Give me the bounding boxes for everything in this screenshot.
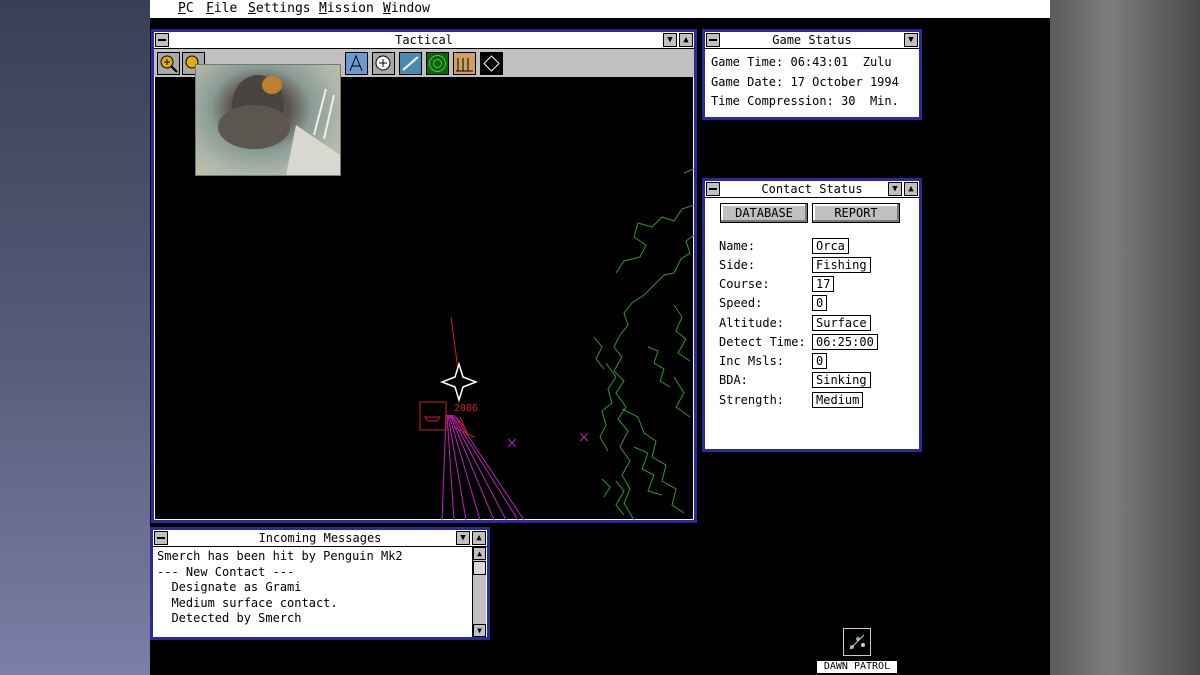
contact-marker-2[interactable]: [579, 432, 589, 442]
letterbox-left: [0, 0, 150, 675]
scroll-up-icon[interactable]: ▲: [473, 547, 486, 560]
missile-icon[interactable]: [399, 52, 422, 75]
tactical-title: Tactical: [395, 33, 453, 47]
own-ship-icon[interactable]: [439, 361, 479, 403]
message-line: --- New Contact ---: [157, 564, 295, 579]
system-menu-icon[interactable]: [154, 531, 168, 545]
minimize-icon[interactable]: ▼: [663, 33, 677, 47]
dawn-patrol-label[interactable]: DAWN PATROL: [817, 661, 897, 673]
maximize-icon[interactable]: ▲: [904, 182, 918, 196]
field-altitude-value: Surface: [812, 315, 871, 331]
minimize-icon[interactable]: ▼: [904, 33, 918, 47]
field-side-value: Fishing: [812, 257, 871, 273]
messages-title-bar[interactable]: Incoming Messages ▼ ▲: [153, 530, 487, 547]
scroll-thumb[interactable]: [473, 561, 486, 575]
radar-icon[interactable]: [426, 52, 449, 75]
menu-pc[interactable]: PC: [178, 1, 194, 16]
missile-tracks: [441, 414, 525, 521]
menu-settings[interactable]: Settings: [248, 1, 311, 16]
menu-bar: PC File Settings Mission Window: [150, 0, 1050, 18]
scroll-down-icon[interactable]: ▼: [473, 624, 486, 637]
message-line: Detected by Smerch: [157, 611, 302, 626]
messages-title: Incoming Messages: [258, 531, 382, 545]
report-button[interactable]: REPORT: [812, 203, 900, 223]
maximize-icon[interactable]: ▲: [679, 33, 693, 47]
contact-status-window: Contact Status ▼ ▲ DATABASE REPORT Name:…: [702, 178, 922, 452]
field-strength-value: Medium: [812, 392, 864, 408]
game-date-value: 17 October 1994: [790, 74, 899, 89]
messages-scrollbar[interactable]: ▲ ▼: [472, 547, 486, 637]
field-inc-msls-value: 0: [812, 353, 828, 369]
message-line: Designate as Grami: [157, 580, 302, 595]
messages-list: Smerch has been hit by Penguin Mk2 --- N…: [157, 549, 471, 627]
menu-window[interactable]: Window: [383, 1, 430, 16]
game-screen: PC File Settings Mission Window Tactical…: [150, 0, 1050, 675]
message-line: Medium surface contact.: [157, 595, 338, 610]
tactical-window: Tactical ▼ ▲ 2086: [151, 29, 697, 523]
field-bda-value: Sinking: [812, 372, 871, 388]
contact-id-label: 2086: [454, 403, 478, 414]
game-status-title: Game Status: [772, 33, 852, 47]
game-time-row: Game Time: 06:43:01 Zulu: [711, 55, 892, 69]
navigate-icon[interactable]: [480, 52, 503, 75]
field-name-value: Orca: [812, 238, 849, 254]
game-time-value: 06:43:01 Zulu: [790, 55, 892, 69]
contact-status-title: Contact Status: [761, 182, 863, 196]
game-status-window: Game Status ▼ Game Time: 06:43:01 Zulu G…: [702, 29, 922, 120]
field-course-value: 17: [812, 276, 835, 292]
game-status-title-bar[interactable]: Game Status ▼: [705, 32, 919, 49]
satellite-icon[interactable]: [372, 52, 395, 75]
contact-marker-1[interactable]: [507, 438, 517, 448]
system-menu-icon[interactable]: [706, 33, 720, 47]
database-button[interactable]: DATABASE: [720, 203, 808, 223]
message-line: Smerch has been hit by Penguin Mk2: [157, 549, 403, 563]
system-menu-icon[interactable]: [155, 33, 169, 47]
coastline: [593, 168, 695, 521]
damage-photo: [195, 64, 341, 176]
incoming-messages-window: Incoming Messages ▼ ▲ Smerch has been hi…: [150, 527, 490, 640]
contact-status-title-bar[interactable]: Contact Status ▼ ▲: [705, 181, 919, 198]
field-detect-time-value: 06:25:00: [812, 334, 878, 350]
tactical-title-bar[interactable]: Tactical ▼ ▲: [154, 32, 694, 49]
time-compression-value: 30 Min.: [841, 94, 899, 108]
dawn-patrol-icon[interactable]: [843, 628, 871, 656]
game-status-body: Game Time: 06:43:01 Zulu Game Date: 17 O…: [711, 53, 899, 112]
zoom-in-icon[interactable]: [157, 52, 180, 75]
formation-icon[interactable]: [453, 52, 476, 75]
game-date-row: Game Date: 17 October 1994: [711, 74, 899, 89]
menu-mission[interactable]: Mission: [319, 1, 374, 16]
contact-box[interactable]: [419, 401, 447, 431]
system-menu-icon[interactable]: [706, 182, 720, 196]
waypoint-icon[interactable]: [345, 52, 368, 75]
field-speed-value: 0: [812, 295, 828, 311]
time-compression-row: Time Compression: 30 Min.: [711, 94, 899, 108]
minimize-icon[interactable]: ▼: [456, 531, 470, 545]
letterbox-right: [1050, 0, 1200, 675]
menu-file[interactable]: File: [206, 1, 237, 16]
maximize-icon[interactable]: ▲: [472, 531, 486, 545]
minimize-icon[interactable]: ▼: [888, 182, 902, 196]
